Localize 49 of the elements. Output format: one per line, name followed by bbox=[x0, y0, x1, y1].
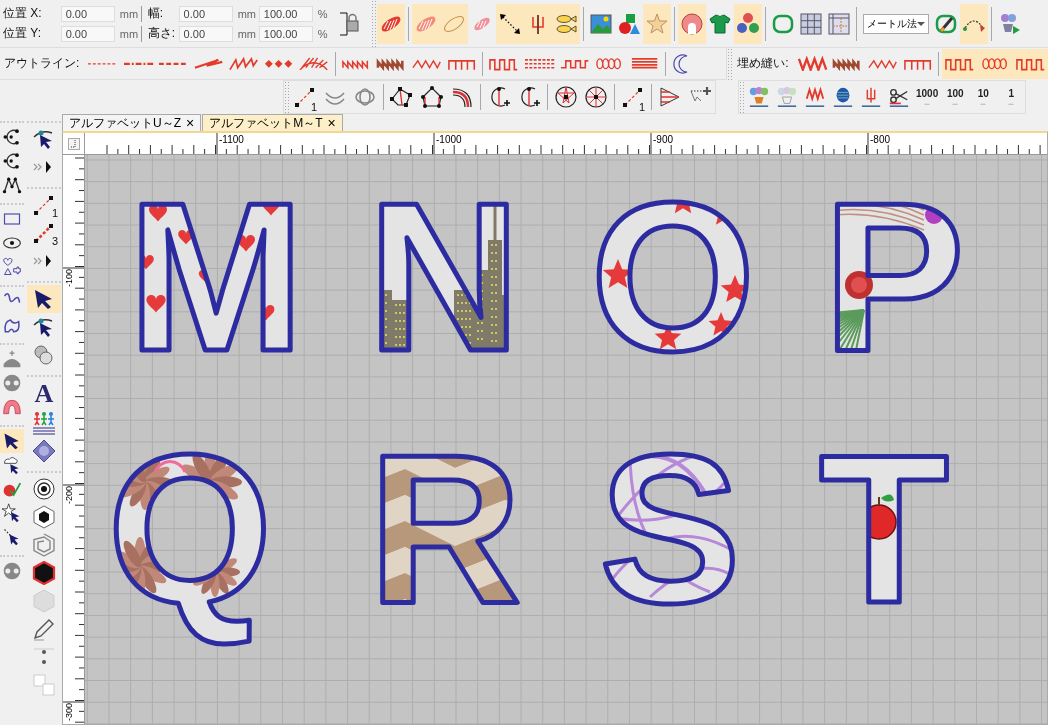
ruler-label: -1100 bbox=[219, 134, 244, 145]
toolbar-label: アウトライン: bbox=[3, 55, 81, 72]
embroidered-letter: O bbox=[590, 158, 756, 395]
ruler-origin-icon[interactable] bbox=[67, 137, 80, 150]
unit-label: mm bbox=[237, 27, 257, 40]
ruler-label: -800 bbox=[870, 134, 890, 145]
number-field[interactable]: 0.00 bbox=[178, 25, 233, 42]
ruler-label: -200 bbox=[64, 486, 74, 504]
unit-label: mm bbox=[119, 27, 140, 40]
unit-dropdown[interactable]: メートル法 bbox=[863, 13, 929, 34]
close-icon[interactable]: × bbox=[186, 116, 195, 130]
embroidered-letter: R bbox=[368, 410, 522, 647]
starfish-icon[interactable] bbox=[643, 3, 671, 44]
unit-label: % bbox=[317, 7, 329, 20]
dropdown-arrow-icon bbox=[917, 21, 925, 26]
number-field[interactable]: 0.00 bbox=[60, 5, 115, 22]
fish-icon[interactable] bbox=[552, 3, 580, 44]
number-field[interactable]: 100.00 bbox=[258, 25, 313, 42]
leaf-outline-icon[interactable] bbox=[440, 3, 468, 44]
balls-icon[interactable] bbox=[734, 3, 762, 44]
fill-leaf-icon[interactable] bbox=[377, 3, 405, 44]
number-field[interactable]: 0.00 bbox=[60, 25, 115, 42]
embroidered-letter: N bbox=[367, 158, 521, 395]
unit-label: 高さ: bbox=[147, 25, 177, 42]
unit-label: mm bbox=[237, 7, 257, 20]
number-field[interactable]: 100.00 bbox=[258, 5, 313, 22]
ruler-label: -900 bbox=[653, 134, 673, 145]
document-tab[interactable]: アルファベットM～T × bbox=[202, 114, 343, 131]
ruler-label: -100 bbox=[64, 269, 74, 287]
embroidered-letter: T bbox=[819, 410, 949, 647]
blob-ring-icon[interactable] bbox=[678, 3, 706, 44]
unit-label: % bbox=[317, 27, 329, 40]
ruler-corner[interactable] bbox=[63, 133, 85, 155]
document-tab[interactable]: アルファベットU～Z × bbox=[62, 114, 202, 131]
square-wave-icon[interactable] bbox=[1012, 48, 1048, 79]
number-field[interactable]: 0.00 bbox=[178, 5, 233, 22]
ruler-label: -1000 bbox=[436, 134, 462, 145]
embroidered-letter: S bbox=[599, 410, 741, 647]
close-icon[interactable]: × bbox=[327, 116, 336, 130]
embroidered-letter: P bbox=[823, 158, 965, 395]
embroidered-letter: Q bbox=[107, 410, 273, 647]
unit-label: mm bbox=[119, 7, 140, 20]
ruler-label: -300 bbox=[64, 703, 74, 721]
unit-label: 幅: bbox=[147, 5, 165, 22]
square-wave-icon[interactable] bbox=[942, 48, 978, 79]
field-label: 位置 X: bbox=[3, 5, 43, 22]
toolbar-label: 埋め縫い: bbox=[736, 55, 790, 72]
field-label: 位置 Y: bbox=[3, 25, 42, 42]
embroidered-letter: M bbox=[127, 158, 305, 395]
